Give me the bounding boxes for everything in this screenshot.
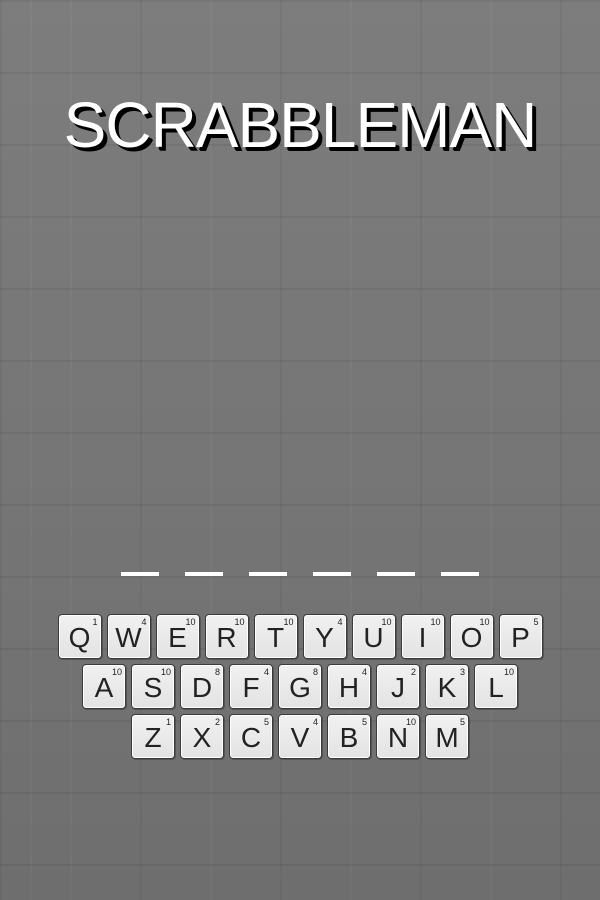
key-score: 10 [111, 667, 122, 677]
key-w[interactable]: W4 [106, 614, 151, 659]
key-j[interactable]: J2 [376, 664, 420, 709]
key-u[interactable]: U 10 [351, 614, 396, 659]
key-score: 10 [234, 617, 245, 627]
key-v[interactable]: V4 [278, 714, 322, 759]
letter-slot [249, 536, 287, 576]
key-p[interactable]: P5 [498, 614, 543, 659]
key-score: 2 [410, 667, 416, 677]
key-score: 10 [185, 617, 196, 627]
key-m[interactable]: M5 [425, 714, 469, 759]
key-score: 1 [165, 717, 171, 727]
key-d[interactable]: D8 [180, 664, 224, 709]
key-score: 5 [533, 617, 539, 627]
hidden-word [0, 536, 600, 576]
key-r[interactable]: R 10 [204, 614, 249, 659]
key-a[interactable]: A 10 [82, 664, 126, 709]
key-score: 10 [381, 617, 392, 627]
game-title: SCRABBLEMAN [63, 89, 538, 161]
keyboard-row-3: Z1 X2 C5 V4 B5 N 10 M5 [0, 714, 600, 759]
key-score: 4 [141, 617, 147, 627]
key-z[interactable]: Z1 [131, 714, 175, 759]
key-score: 4 [361, 667, 367, 677]
key-score: 10 [503, 667, 514, 677]
key-score: 10 [479, 617, 490, 627]
key-score: 4 [312, 717, 318, 727]
key-score: 5 [361, 717, 367, 727]
key-score: 4 [263, 667, 269, 677]
key-score: 8 [214, 667, 220, 677]
letter-slot [185, 536, 223, 576]
letter-slot [313, 536, 351, 576]
key-f[interactable]: F4 [229, 664, 273, 709]
key-g[interactable]: G8 [278, 664, 322, 709]
key-k[interactable]: K3 [425, 664, 469, 709]
key-score: 2 [214, 717, 220, 727]
letter-slot [121, 536, 159, 576]
key-score: 10 [160, 667, 171, 677]
key-score: 1 [92, 617, 98, 627]
keyboard-row-2: A 10 S 10 D8 F4 G8 H4 J2 K3 L 10 [0, 664, 600, 709]
key-s[interactable]: S 10 [131, 664, 175, 709]
key-e[interactable]: E 10 [155, 614, 200, 659]
keyboard-row-1: Q1 W4 E 10 R 10 T 10 Y4 U 10 I 10 O 10 P5 [0, 614, 600, 659]
letter-slot [441, 536, 479, 576]
key-i[interactable]: I 10 [400, 614, 445, 659]
key-score: 10 [430, 617, 441, 627]
key-q[interactable]: Q1 [57, 614, 102, 659]
key-o[interactable]: O 10 [449, 614, 494, 659]
key-score: 10 [283, 617, 294, 627]
key-x[interactable]: X2 [180, 714, 224, 759]
key-b[interactable]: B5 [327, 714, 371, 759]
key-c[interactable]: C5 [229, 714, 273, 759]
letter-slot [377, 536, 415, 576]
key-score: 8 [312, 667, 318, 677]
key-score: 5 [263, 717, 269, 727]
key-score: 5 [459, 717, 465, 727]
key-t[interactable]: T 10 [253, 614, 298, 659]
key-score: 4 [337, 617, 343, 627]
key-score: 3 [459, 667, 465, 677]
key-n[interactable]: N 10 [376, 714, 420, 759]
key-y[interactable]: Y4 [302, 614, 347, 659]
key-l[interactable]: L 10 [474, 664, 518, 709]
key-h[interactable]: H4 [327, 664, 371, 709]
key-score: 10 [405, 717, 416, 727]
letter-keyboard: Q1 W4 E 10 R 10 T 10 Y4 U 10 I 10 O 10 P5 A 10 … [0, 614, 600, 764]
